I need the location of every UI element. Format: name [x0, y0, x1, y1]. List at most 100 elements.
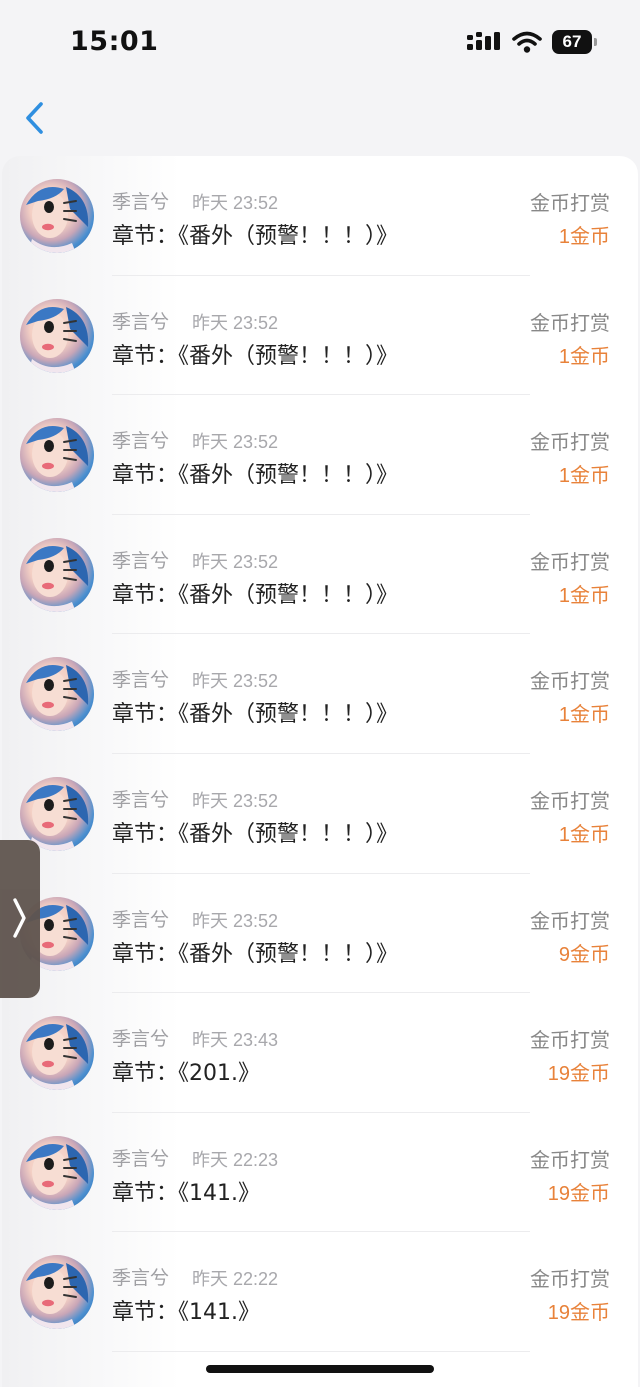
chapter-title: 章节：《番外（预警！！！）》 — [112, 941, 399, 967]
list-item[interactable]: 季言兮 昨天 23:52 章节：《番外（预警！！！）》 金币打赏 1金币 — [2, 754, 638, 874]
chapter-title: 章节：《番外（预警！！！）》 — [112, 463, 399, 489]
reward-amount: 19金币 — [548, 1057, 610, 1086]
username[interactable]: 季言兮 — [112, 1024, 169, 1051]
side-panel-handle[interactable] — [0, 840, 40, 998]
reward-type: 金币打赏 — [530, 1267, 610, 1292]
list-item[interactable]: 季言兮 昨天 23:52 章节：《番外（预警！！！）》 金币打赏 9金币 — [2, 874, 638, 994]
avatar[interactable] — [20, 1016, 94, 1091]
reward-amount: 1金币 — [559, 818, 610, 847]
reward-type: 金币打赏 — [530, 191, 610, 215]
reward-amount: 9金币 — [559, 938, 610, 967]
screen: 15:01 67 季言兮 昨天 23:52 章节：《番外（预警！！！）》 金币打… — [0, 0, 640, 1387]
chapter-title: 章节：《141.》 — [112, 1180, 260, 1206]
reward-amount: 19金币 — [548, 1177, 610, 1206]
row-content: 季言兮 昨天 23:52 章节：《番外（预警！！！）》 金币打赏 9金币 — [112, 874, 632, 993]
chapter-title: 章节：《番外（预警！！！）》 — [112, 702, 399, 728]
reward-amount-unit: 金币 — [570, 941, 610, 966]
avatar[interactable] — [20, 298, 94, 373]
reward-amount: 1金币 — [559, 459, 610, 488]
back-button[interactable] — [14, 98, 58, 142]
timestamp: 昨天 23:52 — [192, 790, 279, 811]
timestamp: 昨天 23:52 — [192, 193, 279, 213]
row-content: 季言兮 昨天 23:52 章节：《番外（预警！！！）》 金币打赏 1金币 — [112, 634, 632, 753]
reward-type: 金币打赏 — [530, 788, 610, 813]
chapter-title: 章节：《141.》 — [112, 1300, 260, 1326]
avatar[interactable] — [20, 179, 94, 253]
row-content: 季言兮 昨天 22:22 章节：《141.》 金币打赏 19金币 — [112, 1232, 632, 1351]
reward-type: 金币打赏 — [530, 669, 610, 694]
chapter-title: 章节：《番外（预警！！！）》 — [112, 582, 399, 608]
username[interactable]: 季言兮 — [112, 307, 169, 334]
status-bar: 15:01 67 — [0, 0, 640, 88]
username[interactable]: 季言兮 — [112, 187, 169, 214]
reward-amount-value: 1 — [558, 823, 570, 846]
reward-amount-unit: 金币 — [570, 224, 610, 248]
list-item[interactable]: 季言兮 昨天 23:52 章节：《番外（预警！！！）》 金币打赏 1金币 — [2, 634, 638, 754]
timestamp: 昨天 22:23 — [192, 1149, 279, 1170]
reward-amount-value: 19 — [547, 1063, 570, 1086]
row-divider — [112, 1350, 530, 1352]
row-content: 季言兮 昨天 23:52 章节：《番外（预警！！！）》 金币打赏 1金币 — [112, 156, 632, 275]
list-item[interactable]: 季言兮 昨天 23:52 章节：《番外（预警！！！）》 金币打赏 1金币 — [2, 156, 638, 276]
chapter-title: 章节：《番外（预警！！！）》 — [112, 224, 399, 249]
reward-amount-value: 1 — [558, 704, 570, 727]
reward-amount-value: 1 — [558, 226, 570, 248]
row-content: 季言兮 昨天 22:23 章节：《141.》 金币打赏 19金币 — [112, 1113, 632, 1232]
reward-amount-value: 9 — [558, 943, 570, 966]
username[interactable]: 季言兮 — [112, 1263, 169, 1290]
list-item[interactable]: 季言兮 昨天 22:23 章节：《141.》 金币打赏 19金币 — [2, 1113, 638, 1233]
avatar[interactable] — [20, 657, 94, 732]
battery-indicator: 67 — [552, 30, 598, 54]
reward-type: 金币打赏 — [530, 908, 610, 933]
row-content: 季言兮 昨天 23:43 章节：《201.》 金币打赏 19金币 — [112, 993, 632, 1112]
wifi-icon — [512, 31, 542, 53]
reward-amount-unit: 金币 — [570, 821, 610, 846]
reward-amount-unit: 金币 — [570, 702, 610, 727]
username[interactable]: 季言兮 — [112, 905, 169, 932]
username[interactable]: 季言兮 — [112, 665, 169, 692]
chapter-title: 章节：《番外（预警！！！）》 — [112, 821, 399, 847]
reward-type: 金币打赏 — [530, 549, 610, 574]
reward-amount-unit: 金币 — [570, 1061, 610, 1086]
reward-amount-unit: 金币 — [570, 582, 610, 607]
home-indicator[interactable] — [206, 1365, 434, 1373]
row-content: 季言兮 昨天 23:52 章节：《番外（预警！！！）》 金币打赏 1金币 — [112, 276, 632, 395]
avatar[interactable] — [20, 1135, 94, 1210]
timestamp: 昨天 23:52 — [192, 551, 279, 572]
nav-bar — [0, 88, 640, 154]
reward-type: 金币打赏 — [530, 430, 610, 455]
timestamp: 昨天 23:52 — [192, 671, 279, 692]
username[interactable]: 季言兮 — [112, 785, 169, 812]
reward-amount-unit: 金币 — [570, 1180, 610, 1205]
reward-amount-value: 19 — [547, 1182, 570, 1205]
list-item[interactable]: 季言兮 昨天 23:52 章节：《番外（预警！！！）》 金币打赏 1金币 — [2, 515, 638, 635]
username[interactable]: 季言兮 — [112, 546, 169, 573]
reward-amount: 1金币 — [559, 579, 610, 608]
timestamp: 昨天 23:52 — [192, 910, 279, 931]
reward-list: 季言兮 昨天 23:52 章节：《番外（预警！！！）》 金币打赏 1金币 季言兮… — [2, 156, 638, 1387]
reward-type: 金币打赏 — [530, 1147, 610, 1172]
username[interactable]: 季言兮 — [112, 1144, 169, 1171]
reward-amount: 1金币 — [559, 340, 610, 369]
timestamp: 昨天 23:52 — [192, 432, 279, 453]
list-item[interactable]: 季言兮 昨天 23:43 章节：《201.》 金币打赏 19金币 — [2, 993, 638, 1113]
reward-type: 金币打赏 — [530, 1028, 610, 1053]
timestamp: 昨天 22:22 — [192, 1269, 279, 1290]
chevron-right-icon — [13, 898, 26, 938]
avatar[interactable] — [20, 418, 94, 493]
list-item[interactable]: 季言兮 昨天 23:52 章节：《番外（预警！！！）》 金币打赏 1金币 — [2, 276, 638, 396]
reward-amount-value: 1 — [558, 345, 570, 368]
reward-type: 金币打赏 — [530, 310, 610, 335]
avatar[interactable] — [20, 1255, 94, 1330]
cellular-signal-icon — [467, 32, 500, 50]
reward-amount-value: 1 — [558, 465, 570, 488]
row-content: 季言兮 昨天 23:52 章节：《番外（预警！！！）》 金币打赏 1金币 — [112, 395, 632, 514]
timestamp: 昨天 23:43 — [192, 1030, 279, 1051]
avatar[interactable] — [20, 537, 94, 612]
list-item[interactable]: 季言兮 昨天 22:22 章节：《141.》 金币打赏 19金币 — [2, 1232, 638, 1352]
chapter-title: 章节：《番外（预警！！！）》 — [112, 343, 399, 369]
reward-amount-unit: 金币 — [570, 463, 610, 488]
username[interactable]: 季言兮 — [112, 426, 169, 453]
list-item[interactable]: 季言兮 昨天 23:52 章节：《番外（预警！！！）》 金币打赏 1金币 — [2, 395, 638, 515]
timestamp: 昨天 23:52 — [192, 312, 279, 333]
